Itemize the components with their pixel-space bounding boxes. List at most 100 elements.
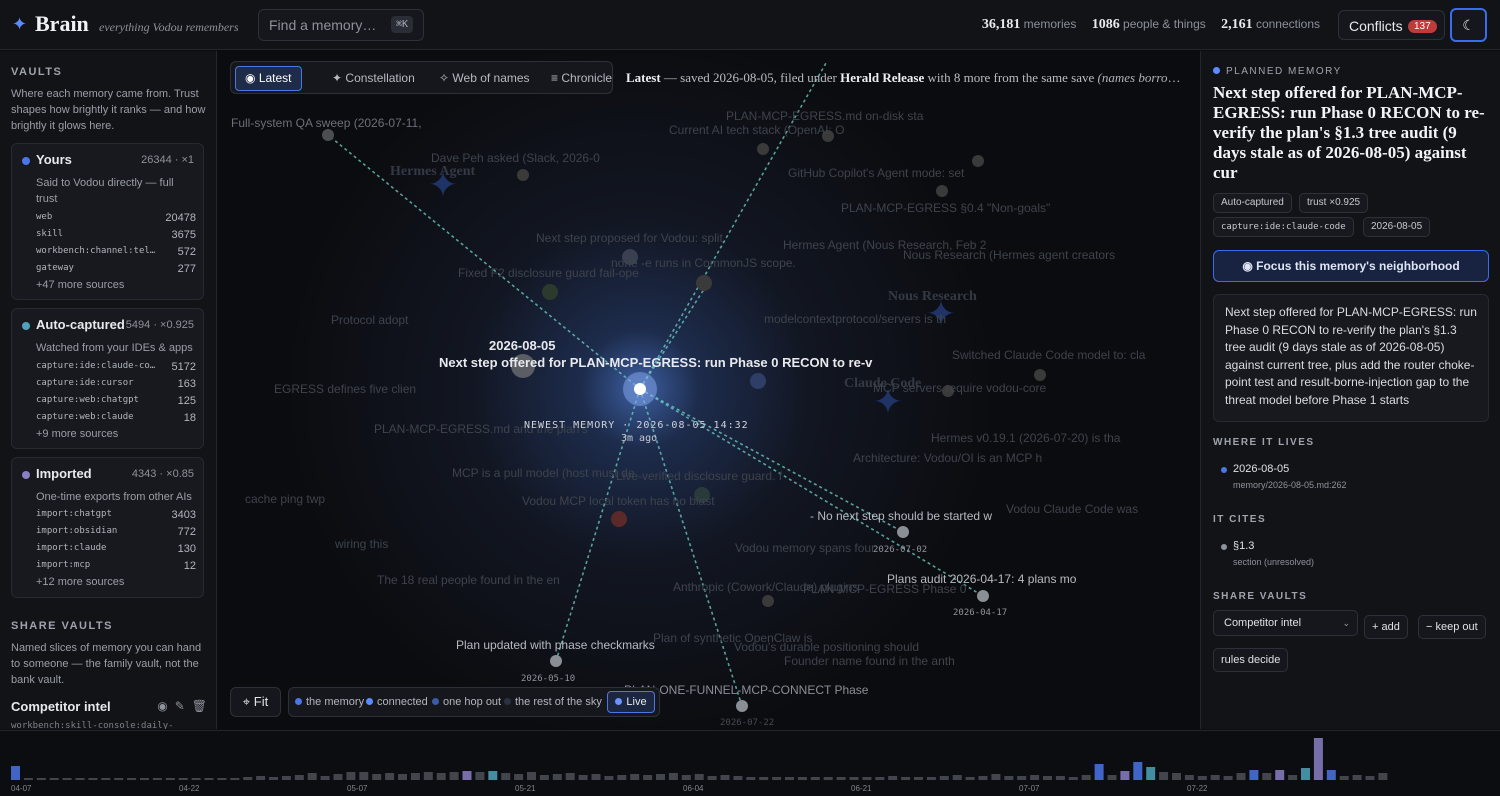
ghost-memory-label[interactable]: Nous Research xyxy=(888,289,977,305)
add-to-vault-button[interactable]: + add xyxy=(1364,615,1408,639)
timeline-bar[interactable] xyxy=(320,776,330,780)
timeline-bar[interactable] xyxy=(436,773,446,780)
timeline-bar[interactable] xyxy=(398,774,407,780)
timeline-bar[interactable] xyxy=(785,777,794,780)
timeline-bar[interactable] xyxy=(552,774,562,780)
timeline-bar[interactable] xyxy=(630,774,640,780)
ghost-memory-label[interactable]: Switched Claude Code model to: cla xyxy=(952,348,1145,362)
timeline-bar[interactable] xyxy=(1210,775,1220,780)
ghost-memory-label[interactable]: Founder name found in the anth xyxy=(784,654,955,668)
timeline-bar[interactable] xyxy=(1043,776,1052,780)
timeline-bar[interactable] xyxy=(88,778,98,780)
timeline-bar[interactable] xyxy=(385,773,395,780)
vault-more-sources-link[interactable]: +47 more sources xyxy=(36,279,124,291)
timeline-bar[interactable] xyxy=(127,778,137,780)
timeline-bar[interactable] xyxy=(681,775,691,780)
ghost-memory-label[interactable]: Vodou Claude Code was xyxy=(1006,502,1138,516)
ghost-memory-label[interactable]: modelcontextprotocol/servers is th xyxy=(764,312,946,326)
timeline-bar[interactable] xyxy=(501,773,511,780)
timeline-bar[interactable] xyxy=(346,772,356,780)
timeline-bar[interactable] xyxy=(901,777,911,780)
neighbor-label[interactable]: PLAN-ONE-FUNNEL-MCP-CONNECT Phase xyxy=(624,683,868,697)
theme-toggle-button[interactable]: ☾ xyxy=(1450,8,1487,42)
share-vault-select[interactable]: Competitor intel ⌄ xyxy=(1213,610,1358,636)
vault-more-sources-link[interactable]: +12 more sources xyxy=(36,576,124,588)
timeline-bar[interactable] xyxy=(11,766,20,780)
timeline-bar[interactable] xyxy=(217,778,227,780)
timeline-bar[interactable] xyxy=(191,778,201,780)
ghost-memory-label[interactable]: Dave Peh asked (Slack, 2026-0 xyxy=(431,151,600,165)
ghost-memory-label[interactable]: The 18 real people found in the en xyxy=(377,573,560,587)
timeline-bar[interactable] xyxy=(243,777,253,780)
timeline-bar[interactable] xyxy=(488,771,498,780)
timeline-bar[interactable] xyxy=(152,778,162,780)
timeline-bar[interactable] xyxy=(604,776,614,780)
timeline-bar[interactable] xyxy=(1223,776,1233,780)
timeline-bar[interactable] xyxy=(410,773,420,780)
view-icon[interactable]: ◉ xyxy=(157,699,167,713)
timeline-bar[interactable] xyxy=(1301,768,1310,780)
timeline-bar[interactable] xyxy=(49,778,59,780)
timeline-bar[interactable] xyxy=(36,778,46,780)
ghost-memory-label[interactable]: Architecture: Vodou/OI is an MCP h xyxy=(853,451,1042,465)
timeline-bar[interactable] xyxy=(475,772,485,780)
graph-node[interactable] xyxy=(542,284,558,300)
timeline-bar[interactable] xyxy=(514,774,524,780)
graph-node[interactable] xyxy=(972,155,984,167)
timeline-bar[interactable] xyxy=(204,778,214,780)
timeline-bar[interactable] xyxy=(294,775,304,780)
timeline-bar[interactable] xyxy=(952,775,962,780)
ghost-memory-label[interactable]: Vodou memory spans four xyxy=(735,541,875,555)
timeline-bar[interactable] xyxy=(810,777,820,780)
timeline-bar[interactable] xyxy=(578,775,588,780)
ghost-memory-label[interactable]: MCP servers require vodou-core xyxy=(873,381,1046,395)
focus-node[interactable] xyxy=(634,383,646,395)
timeline-bar[interactable] xyxy=(643,775,653,780)
search-box[interactable]: ⌘K xyxy=(258,9,424,41)
timeline-bar[interactable] xyxy=(1313,738,1323,780)
graph-node[interactable] xyxy=(936,185,948,197)
ghost-memory-label[interactable]: MCP is a pull model (host must de xyxy=(452,466,635,480)
ghost-memory-label[interactable]: Nous Research (Hermes agent creators xyxy=(903,248,1115,262)
timeline-bar[interactable] xyxy=(75,778,85,780)
timeline-bar[interactable] xyxy=(1055,776,1065,780)
timeline-bar[interactable] xyxy=(165,778,175,780)
timeline-bar[interactable] xyxy=(1197,776,1207,780)
vault-card-auto-captured[interactable]: Auto-captured 5494 · ×0.925 Watched from… xyxy=(11,308,204,449)
keep-out-button[interactable]: − keep out xyxy=(1418,615,1486,639)
ghost-memory-label[interactable]: Vodou's durable positioning should xyxy=(734,640,919,654)
timeline-bar[interactable] xyxy=(1184,775,1194,780)
graph-node[interactable] xyxy=(757,143,769,155)
timeline-bar[interactable] xyxy=(423,772,433,780)
graph-node[interactable] xyxy=(322,129,334,141)
graph-node[interactable] xyxy=(1034,369,1046,381)
timeline-bar[interactable] xyxy=(875,777,885,780)
timeline-bar[interactable] xyxy=(797,777,807,780)
timeline-bar[interactable] xyxy=(1262,773,1272,780)
ghost-memory-label[interactable]: Full-system QA sweep (2026-07-11, xyxy=(231,116,422,130)
ghost-memory-label[interactable]: Hermes v0.19.1 (2026-07-20) is tha xyxy=(931,431,1120,445)
tab-latest[interactable]: ◉ Latest xyxy=(235,66,302,91)
timeline-bar[interactable] xyxy=(333,774,343,780)
neighbor-label[interactable]: Plans audit 2026-04-17: 4 plans mo xyxy=(887,572,1076,586)
timeline-bar[interactable] xyxy=(1236,773,1246,780)
focus-neighborhood-button[interactable]: ◉ Focus this memory's neighborhood xyxy=(1213,250,1489,282)
timeline-bar[interactable] xyxy=(888,776,898,780)
ghost-memory-label[interactable]: Current AI tech stack (OpenAI: O xyxy=(669,123,844,137)
ghost-memory-label[interactable]: Protocol adopt xyxy=(331,313,408,327)
rules-decide-button[interactable]: rules decide xyxy=(1213,648,1289,672)
timeline-bar[interactable] xyxy=(1159,772,1169,780)
timeline-bar[interactable] xyxy=(707,776,717,780)
vault-card-yours[interactable]: Yours 26344 · ×1 Said to Vodou directly … xyxy=(11,143,204,300)
graph-canvas[interactable]: ✦ ✦ ✦ Full-system QA sweep (2026-07-11, Cur… xyxy=(218,51,1199,729)
live-toggle-button[interactable]: Live xyxy=(607,691,655,713)
ghost-memory-label[interactable]: wiring this xyxy=(335,537,388,551)
ghost-memory-label[interactable]: Fixed F2 disclosure guard fail-ope xyxy=(458,266,639,280)
vault-card-imported[interactable]: Imported 4343 · ×0.85 One-time exports f… xyxy=(11,457,204,598)
where-link[interactable]: 2026-08-05 xyxy=(1233,463,1289,475)
timeline-bar[interactable] xyxy=(965,777,975,780)
timeline-bar[interactable] xyxy=(926,777,936,780)
timeline-bar[interactable] xyxy=(462,771,472,780)
timeline-bar[interactable] xyxy=(1326,770,1336,780)
timeline-bar[interactable] xyxy=(1249,770,1259,780)
